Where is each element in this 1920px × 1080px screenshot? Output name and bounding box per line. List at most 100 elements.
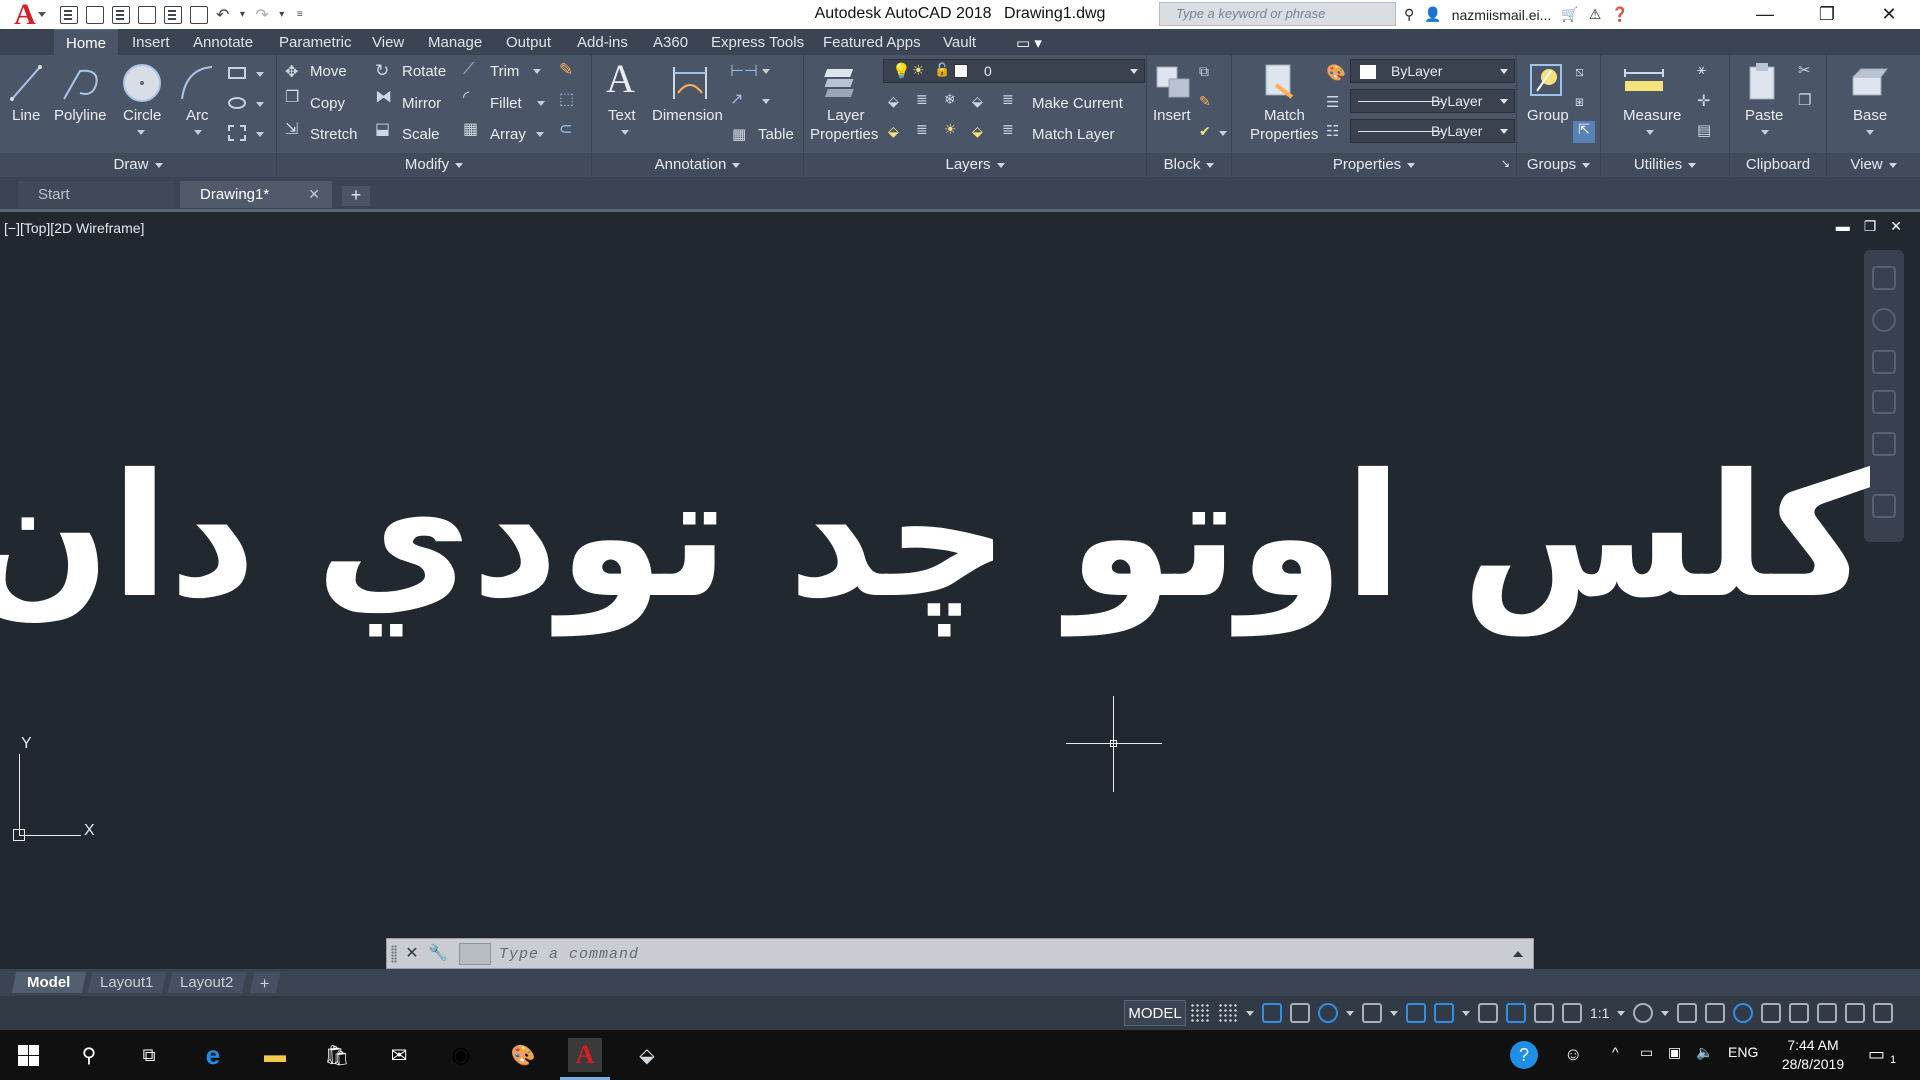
text-button[interactable]: Text (608, 107, 636, 124)
application-menu-button[interactable]: A (0, 0, 50, 30)
polar-dropdown-icon[interactable] (1346, 1003, 1354, 1023)
model-space-button[interactable]: MODEL (1124, 1000, 1186, 1026)
help-search-input[interactable]: Type a keyword or phrase (1159, 2, 1396, 26)
isodraft-dropdown-icon[interactable] (1390, 1003, 1398, 1023)
linear-dim-icon[interactable]: ⊢⊣ (730, 61, 758, 81)
linear-dim-dropdown-icon[interactable] (762, 69, 770, 74)
volume-icon[interactable]: 🔈 (1696, 1044, 1713, 1061)
array-dropdown-icon[interactable] (536, 132, 544, 137)
viewport-restore-icon[interactable]: ❐ (1864, 218, 1877, 235)
workspace-gear-icon[interactable] (1633, 1003, 1654, 1023)
text-dropdown-icon[interactable] (621, 130, 629, 135)
measure-dropdown-icon[interactable] (1646, 130, 1654, 135)
panel-modify-title[interactable]: Modify (277, 153, 591, 177)
array-button[interactable]: Array (490, 126, 526, 143)
viewport-close-icon[interactable]: ✕ (1890, 218, 1902, 235)
tab-home[interactable]: Home (54, 29, 118, 55)
polar-tracking-icon[interactable] (1318, 1003, 1338, 1023)
command-input[interactable] (499, 943, 1499, 965)
rectangle-dropdown-icon[interactable] (256, 72, 264, 77)
viewport-minimize-icon[interactable]: ▬ (1836, 218, 1850, 235)
layer-on-icon[interactable]: ⬙ (888, 123, 899, 140)
trim-dropdown-icon[interactable] (533, 69, 541, 74)
leader-dropdown-icon[interactable] (762, 99, 770, 104)
tab-parametric[interactable]: Parametric (279, 29, 352, 55)
layer-unisolate-icon[interactable]: ≣ (916, 121, 928, 138)
plot-icon[interactable] (190, 5, 208, 24)
match-properties-label-2[interactable]: Properties (1250, 126, 1318, 143)
cad-viewer-icon[interactable]: ⬙ (630, 1038, 664, 1072)
mail-icon[interactable]: ✉ (382, 1038, 416, 1072)
hardware-acceleration-icon[interactable] (1817, 1003, 1838, 1023)
explode-icon[interactable]: ⬚ (559, 89, 574, 109)
layout-tab-model[interactable]: Model (11, 972, 87, 993)
paste-button[interactable]: Paste (1745, 107, 1783, 124)
a360-icon[interactable]: ⚠ (1589, 6, 1602, 23)
customize-wrench-icon[interactable]: 🔧 (427, 943, 449, 965)
measure-button[interactable]: Measure (1623, 107, 1681, 124)
erase-icon[interactable]: ✎ (559, 60, 573, 80)
panel-utilities-title[interactable]: Utilities (1601, 153, 1729, 177)
line-button[interactable]: Line (12, 107, 40, 124)
panel-draw-title[interactable]: Draw (0, 153, 276, 177)
infer-constraints-icon[interactable] (1262, 1003, 1282, 1023)
tab-featured-apps[interactable]: Featured Apps (823, 29, 921, 55)
new-tab-button[interactable]: + (342, 186, 370, 206)
rectangle-icon[interactable] (228, 67, 246, 79)
recent-commands-icon[interactable] (459, 943, 491, 965)
chrome-icon[interactable]: ◉ (444, 1038, 478, 1072)
help-icon[interactable]: ❓ (1611, 6, 1628, 23)
cut-icon[interactable]: ✂ (1798, 61, 1811, 79)
redo-icon[interactable]: ↷ (255, 5, 268, 25)
network-icon[interactable]: ▣ (1668, 1044, 1681, 1061)
attribute-icon[interactable]: ✔ (1199, 123, 1211, 140)
rotate-button[interactable]: Rotate (402, 63, 446, 80)
table-button[interactable]: Table (758, 126, 794, 143)
panel-properties-title[interactable]: Properties ↘ (1232, 153, 1516, 177)
save-icon[interactable] (112, 5, 130, 24)
layout-tab-layout1[interactable]: Layout1 (87, 972, 167, 993)
close-command-line-icon[interactable]: ✕ (401, 943, 423, 965)
tab-vault[interactable]: Vault (943, 29, 976, 55)
user-icon[interactable]: 👤 (1424, 6, 1441, 23)
search-icon[interactable]: ⚲ (72, 1038, 106, 1072)
copy-clip-icon[interactable]: ❐ (1798, 91, 1811, 109)
customize-qat-icon[interactable]: ≡ (295, 6, 305, 24)
layer-properties-label-1[interactable]: Layer (827, 107, 865, 124)
cart-icon[interactable]: 🛒 (1561, 6, 1578, 23)
id-point-icon[interactable]: ✛ (1697, 91, 1710, 111)
base-button[interactable]: Base (1853, 107, 1887, 124)
tab-output[interactable]: Output (506, 29, 551, 55)
layer-thaw-icon[interactable]: ☀ (944, 121, 957, 138)
calculator-icon[interactable]: ▤ (1697, 121, 1711, 139)
ribbon-minimize-icon[interactable]: ▭ ▾ (1016, 29, 1042, 55)
close-icon[interactable]: ✕ (1858, 0, 1920, 29)
grid-icon[interactable] (1190, 1003, 1210, 1023)
snap-dropdown-icon[interactable] (1246, 1003, 1254, 1023)
leader-icon[interactable]: ↗ (730, 89, 743, 109)
user-name[interactable]: nazmiismail.ei... (1452, 7, 1552, 23)
annotation-monitor-icon[interactable] (1677, 1003, 1698, 1023)
isodraft-icon[interactable] (1362, 1003, 1382, 1023)
auto-scale-icon[interactable] (1534, 1003, 1554, 1023)
workspace-dropdown-icon[interactable] (1661, 1003, 1670, 1023)
edge-browser-icon[interactable]: e (196, 1038, 230, 1072)
file-tab-start[interactable]: Start (18, 181, 173, 208)
open-from-web-icon[interactable] (164, 5, 182, 24)
customization-menu-icon[interactable] (1873, 1003, 1894, 1023)
layout-tab-layout2[interactable]: Layout2 (167, 972, 247, 993)
dimension-button[interactable]: Dimension (652, 107, 723, 124)
tab-insert[interactable]: Insert (132, 29, 170, 55)
layer-isolate-icon[interactable]: ≣ (916, 91, 928, 108)
group-button[interactable]: Group (1527, 107, 1569, 124)
paint-icon[interactable]: 🎨 (506, 1038, 540, 1072)
task-view-icon[interactable]: ⧉ (132, 1038, 166, 1072)
layer-off-icon[interactable]: ⬙ (888, 93, 899, 110)
save-as-icon[interactable] (138, 5, 156, 24)
attribute-dropdown-icon[interactable] (1219, 131, 1227, 136)
viewport-controls-label[interactable]: [−][Top][2D Wireframe] (4, 220, 144, 236)
minimize-icon[interactable]: — (1734, 0, 1796, 29)
copy-button[interactable]: Copy (310, 95, 345, 112)
circle-dropdown-icon[interactable] (137, 130, 145, 135)
boundary-icon[interactable] (228, 125, 246, 141)
